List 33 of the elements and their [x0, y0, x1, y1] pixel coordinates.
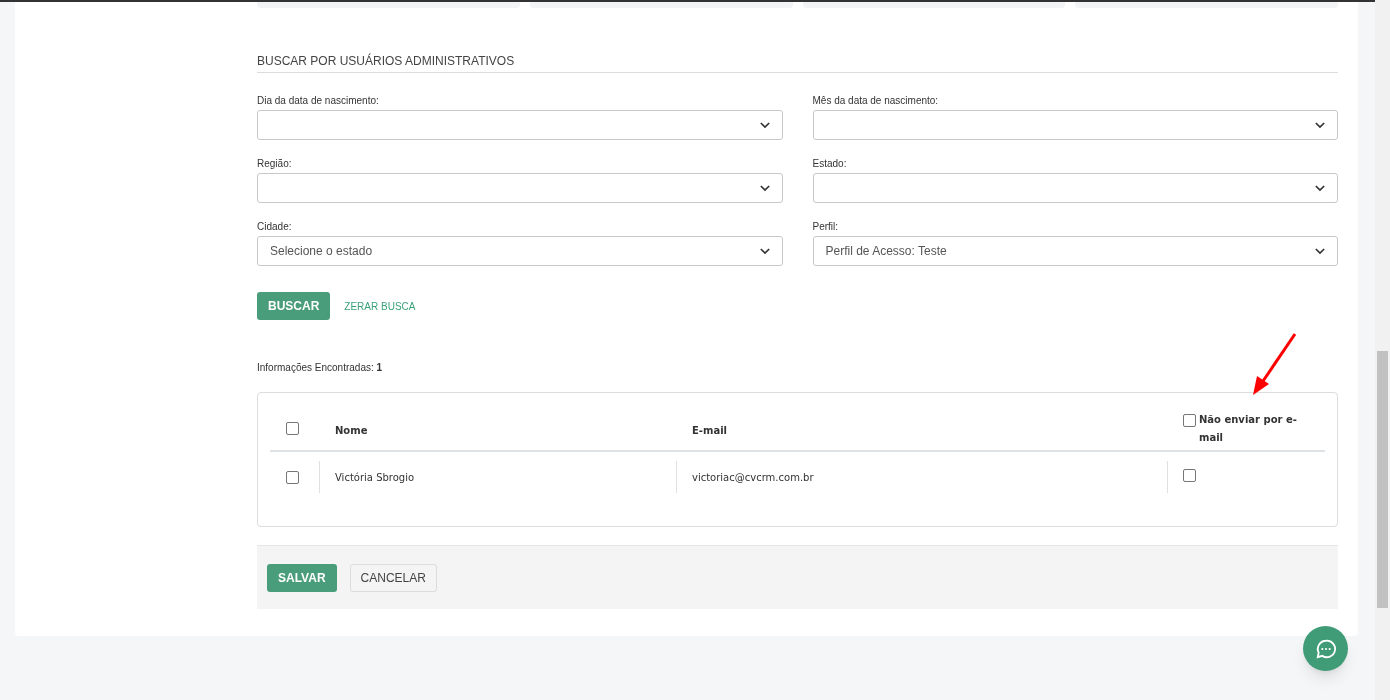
table-cell-text: victoriac@cvcrm.com.br [692, 470, 814, 485]
select-field[interactable] [257, 110, 783, 140]
select-field[interactable] [812, 173, 1338, 203]
checkbox[interactable] [286, 421, 299, 435]
select-field[interactable]: Selecione o estado [257, 236, 783, 266]
checkbox[interactable] [286, 470, 299, 484]
chevron-down-icon [1315, 121, 1325, 129]
chat-button[interactable] [1303, 626, 1348, 671]
column-header: Não enviar por e-mail [1199, 412, 1298, 445]
section-title: BUSCAR POR USUÁRIOS ADMINISTRATIVOS [257, 54, 515, 68]
select-field[interactable]: Perfil de Acesso: Teste [812, 236, 1338, 266]
results-count: Informações Encontradas: 1 [257, 362, 383, 373]
column-header: Nome [335, 424, 368, 436]
chevron-down-icon [1315, 247, 1325, 255]
chevron-down-icon [759, 247, 770, 255]
checkbox[interactable] [1183, 468, 1196, 482]
field-label: Região: [257, 157, 293, 171]
select-field[interactable] [812, 110, 1338, 140]
field-label: Dia da data de nascimento: [257, 94, 380, 108]
field-label: Cidade: [257, 220, 293, 234]
cancel-button[interactable]: CANCELAR [349, 563, 437, 592]
chevron-down-icon [759, 184, 770, 192]
field-label: Estado: [812, 157, 848, 171]
table-cell-text: Victória Sbrogio [335, 470, 415, 485]
column-header: E-mail [692, 424, 727, 436]
select-field[interactable] [257, 173, 783, 203]
chat-bubble-icon [1314, 637, 1337, 660]
chevron-down-icon [759, 121, 770, 129]
field-label: Mês da data de nascimento: [812, 94, 940, 108]
chevron-down-icon [1315, 184, 1325, 192]
checkbox[interactable] [1183, 413, 1196, 427]
field-label: Perfil: [812, 220, 840, 234]
annotation-arrow [1251, 332, 1297, 396]
